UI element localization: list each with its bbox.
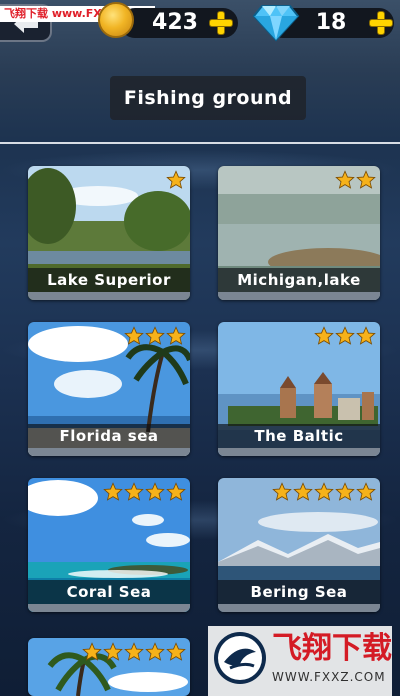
add-coins-button[interactable] bbox=[208, 10, 234, 36]
ground-name: Bering Sea bbox=[218, 580, 380, 604]
ground-card-bering-sea[interactable]: Bering Sea bbox=[218, 478, 380, 612]
ground-card-lake-superior[interactable]: Lake Superior bbox=[28, 166, 190, 300]
star-rating bbox=[335, 170, 376, 190]
star-icon bbox=[124, 326, 144, 345]
star-icon bbox=[145, 642, 165, 661]
star-icon bbox=[335, 482, 355, 501]
ground-name: Florida sea bbox=[28, 424, 190, 448]
ground-name: Coral Sea bbox=[28, 580, 190, 604]
star-icon bbox=[166, 170, 186, 189]
star-icon bbox=[103, 642, 123, 661]
card-footer bbox=[218, 448, 380, 456]
star-icon bbox=[103, 482, 123, 501]
star-icon bbox=[314, 482, 334, 501]
divider bbox=[0, 142, 400, 144]
ground-card-coral-sea[interactable]: Coral Sea bbox=[28, 478, 190, 612]
ground-card-michigan-lake[interactable]: Michigan,lake bbox=[218, 166, 380, 300]
card-footer bbox=[218, 604, 380, 612]
star-icon bbox=[124, 642, 144, 661]
star-icon bbox=[356, 482, 376, 501]
watermark-brand: 飞翔下载 bbox=[272, 631, 392, 666]
star-rating bbox=[124, 326, 186, 346]
ground-card-7[interactable] bbox=[28, 638, 190, 696]
top-bar: 飞翔下载 www.FXXZ.COM 423 18 bbox=[0, 0, 400, 48]
watermark-banner: 飞翔下载 WWW.FXXZ.COM bbox=[208, 626, 392, 696]
star-icon bbox=[314, 326, 334, 345]
star-icon bbox=[145, 326, 165, 345]
star-icon bbox=[356, 170, 376, 189]
star-rating bbox=[82, 642, 186, 662]
star-rating bbox=[103, 482, 186, 502]
page-title: Fishing ground bbox=[110, 76, 306, 120]
gem-count: 18 bbox=[315, 10, 347, 35]
star-icon bbox=[335, 326, 355, 345]
card-footer bbox=[28, 292, 190, 300]
star-icon bbox=[82, 642, 102, 661]
ground-name: Michigan,lake bbox=[218, 268, 380, 292]
star-icon bbox=[335, 170, 355, 189]
star-icon bbox=[124, 482, 144, 501]
add-gems-button[interactable] bbox=[368, 10, 394, 36]
star-rating bbox=[272, 482, 376, 502]
coin-count: 423 bbox=[152, 10, 198, 35]
wing-logo-icon bbox=[218, 636, 262, 680]
star-rating bbox=[314, 326, 376, 346]
ground-card-florida-sea[interactable]: Florida sea bbox=[28, 322, 190, 456]
star-rating bbox=[166, 170, 186, 190]
card-footer bbox=[218, 292, 380, 300]
star-icon bbox=[166, 642, 186, 661]
watermark-url: WWW.FXXZ.COM bbox=[272, 670, 386, 684]
watermark-logo bbox=[214, 632, 266, 684]
ground-card-the-baltic[interactable]: The Baltic bbox=[218, 322, 380, 456]
star-icon bbox=[272, 482, 292, 501]
star-icon bbox=[293, 482, 313, 501]
star-icon bbox=[356, 326, 376, 345]
diamond-icon bbox=[252, 5, 300, 42]
star-icon bbox=[145, 482, 165, 501]
star-icon bbox=[166, 326, 186, 345]
ground-name: Lake Superior bbox=[28, 268, 190, 292]
star-icon bbox=[166, 482, 186, 501]
card-footer bbox=[28, 448, 190, 456]
ground-name: The Baltic bbox=[218, 424, 380, 448]
card-footer bbox=[28, 604, 190, 612]
coin-icon bbox=[98, 2, 134, 38]
